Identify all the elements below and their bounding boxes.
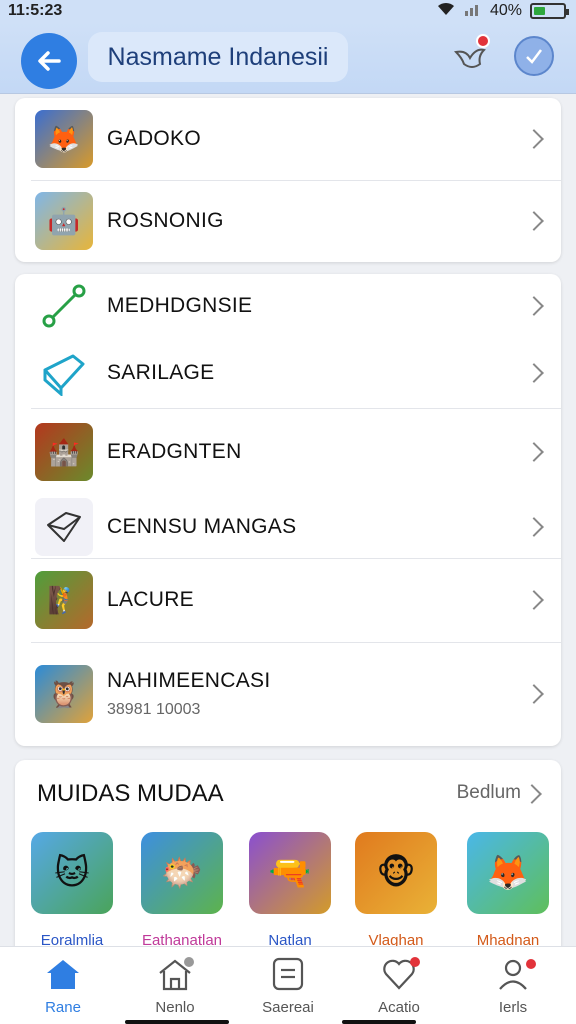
nav-badge: [526, 959, 536, 969]
back-button[interactable]: [21, 33, 77, 89]
list-item-label: GADOKO: [107, 127, 201, 150]
game-tile[interactable]: 🐱: [31, 832, 113, 914]
nav-badge: [184, 957, 194, 967]
list-item-label: SARILAGE: [107, 361, 215, 384]
nav-label: Acatio: [378, 999, 420, 1016]
bottom-nav: Rane Nenlo Saereai Acatio Ierls: [0, 946, 576, 1024]
list-item-label: ROSNONIG: [107, 209, 224, 232]
heart-icon: [354, 955, 444, 993]
signal-icon: [464, 1, 482, 22]
check-icon: [526, 49, 542, 64]
game-thumb-icon: 🤖: [35, 192, 93, 250]
list-item[interactable]: MEDHDGNSIE: [15, 274, 561, 338]
list-item-label: NAHIMEENCASI: [107, 669, 271, 692]
house-outline-icon: [130, 955, 220, 993]
game-thumb-icon: 🧗: [35, 571, 93, 629]
battery-text: 40%: [489, 2, 522, 19]
nav-label: Saereai: [262, 999, 314, 1016]
battery-icon: [530, 3, 569, 19]
nav-tab-4[interactable]: Acatio: [354, 955, 444, 1016]
nav-tab-2[interactable]: Nenlo: [130, 955, 220, 1016]
nav-tab-5[interactable]: Ierls: [468, 955, 558, 1016]
notification-badge: [476, 34, 490, 48]
app-header: Nasmame Indanesii: [0, 22, 576, 94]
home-indicator: [342, 1020, 416, 1024]
game-thumb-icon: 🦊: [35, 110, 93, 168]
game-tile[interactable]: 🐡: [141, 832, 223, 914]
list-item[interactable]: 🏰 ERADGNTEN: [15, 408, 561, 496]
person-icon: [468, 955, 558, 993]
list-item-label: LACURE: [107, 588, 194, 611]
home-indicator: [125, 1020, 229, 1024]
home-icon: [18, 955, 108, 993]
list-item-label: ERADGNTEN: [107, 440, 242, 463]
status-right: 40%: [436, 1, 569, 22]
featured-section: MUIDAS MUDAA Bedlum 🐱 Eoralmlia 🐡 Eathan…: [15, 760, 561, 960]
games-card-1: 🦊 GADOKO 🤖 ROSNONIG: [15, 98, 561, 262]
tile-row: 🐱 Eoralmlia 🐡 Eathanatlan 🔫 Natlan 🐵 Vla…: [31, 832, 561, 952]
status-bar: 11:5:23 40%: [0, 0, 576, 22]
chevron-right-icon[interactable]: [522, 784, 542, 804]
game-thumb-icon: 🏰: [35, 423, 93, 481]
list-item[interactable]: 🤖 ROSNONIG: [15, 180, 561, 262]
document-icon: [243, 955, 333, 993]
arrow-left-icon: [38, 51, 61, 71]
list-item[interactable]: CENNSU MANGAS: [15, 496, 561, 558]
list-item-label: MEDHDGNSIE: [107, 294, 253, 317]
wifi-icon: [436, 1, 456, 22]
nav-tab-home[interactable]: Rane: [18, 955, 108, 1016]
section-see-all-link[interactable]: Bedlum: [457, 782, 521, 804]
pencil-box-icon: [35, 344, 93, 402]
list-item[interactable]: 🦉 NAHIMEENCASI 38981 10003: [15, 642, 561, 746]
edit-icon: [35, 498, 93, 556]
game-tile[interactable]: 🔫: [249, 832, 331, 914]
nav-tab-3[interactable]: Saereai: [243, 955, 333, 1016]
game-thumb-icon: 🦉: [35, 665, 93, 723]
list-item-label: CENNSU MANGAS: [107, 515, 297, 538]
nav-label: Ierls: [498, 999, 528, 1016]
list-item[interactable]: SARILAGE: [15, 338, 561, 408]
status-time: 11:5:23: [8, 2, 63, 19]
notification-button[interactable]: [446, 34, 494, 82]
game-tile[interactable]: 🦊: [467, 832, 549, 914]
list-item[interactable]: 🧗 LACURE: [15, 558, 561, 642]
confirm-button[interactable]: [514, 36, 554, 76]
nav-label: Rane: [45, 999, 81, 1016]
list-item[interactable]: 🦊 GADOKO: [15, 98, 561, 180]
section-title: MUIDAS MUDAA: [37, 780, 224, 807]
list-item-subtitle: 38981 10003: [107, 701, 201, 718]
nav-label: Nenlo: [155, 999, 195, 1016]
battery-fill: [534, 7, 546, 15]
nav-badge: [410, 957, 420, 967]
link-icon: [35, 277, 93, 335]
games-card-2: MEDHDGNSIE SARILAGE 🏰 ERADGNTEN CENNSU M…: [15, 274, 561, 746]
page-title: Nasmame Indanesii: [88, 32, 348, 82]
game-tile[interactable]: 🐵: [355, 832, 437, 914]
